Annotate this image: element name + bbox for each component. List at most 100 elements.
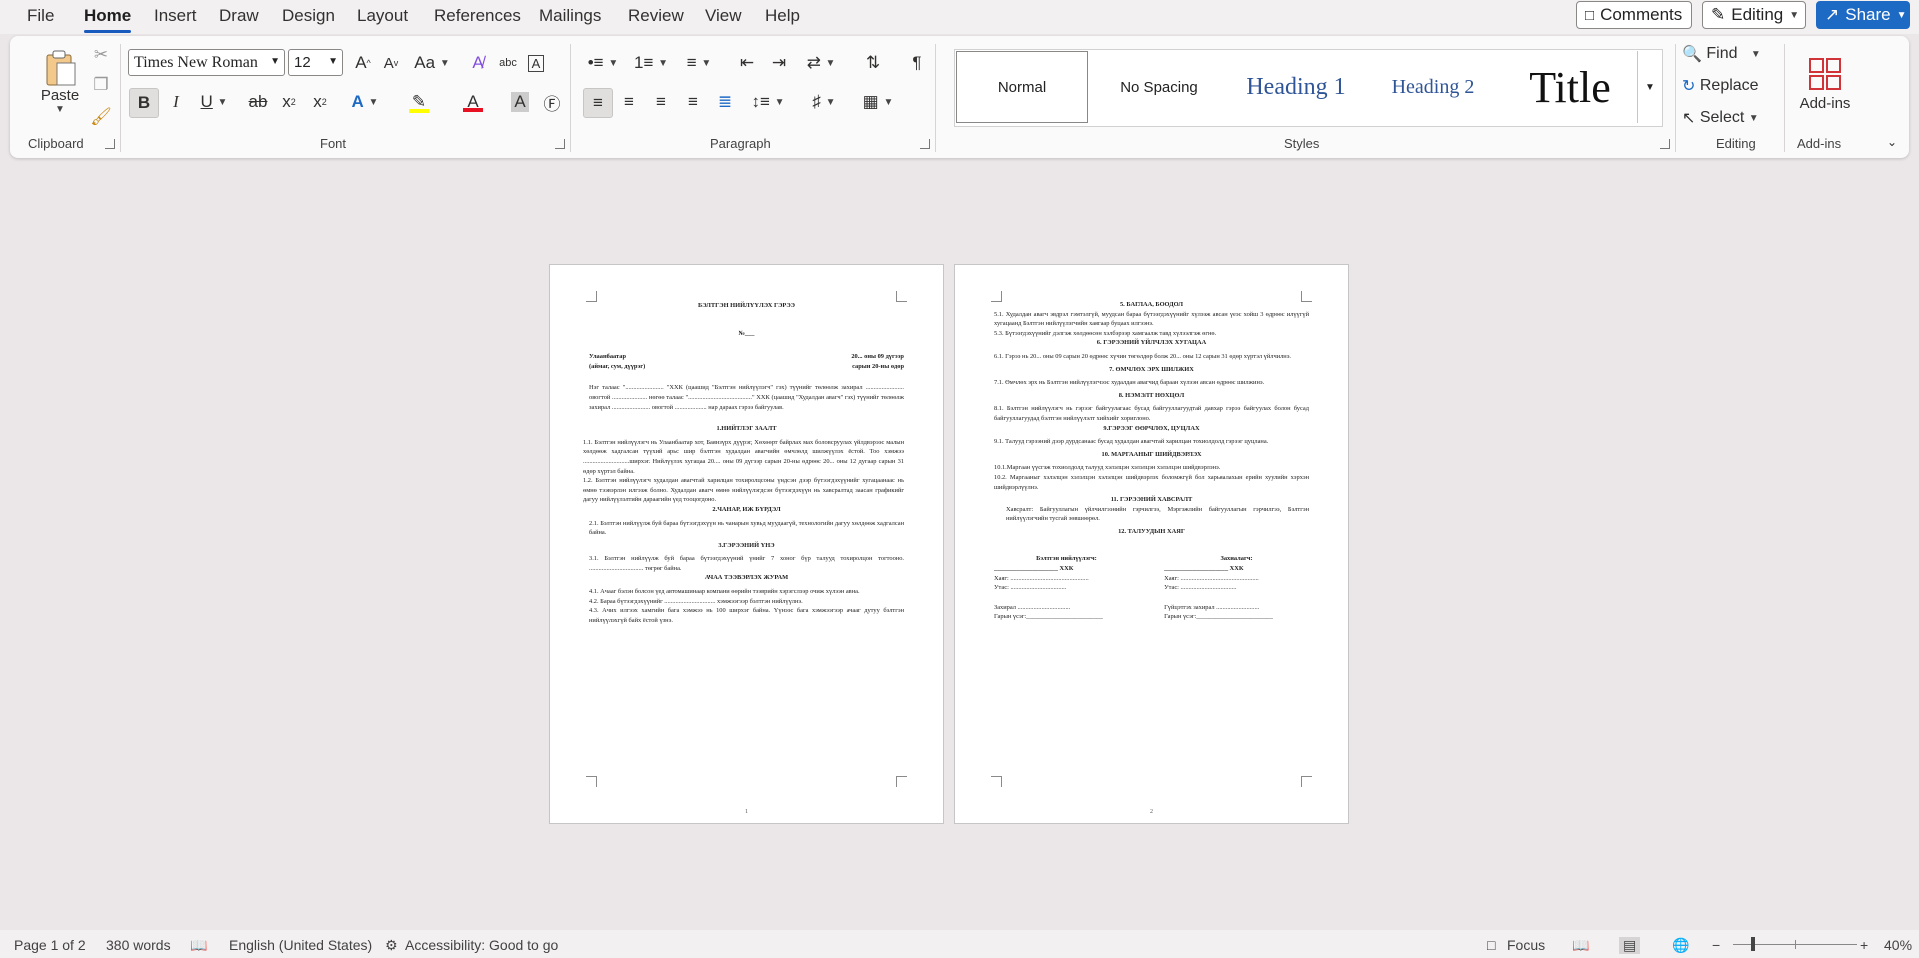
- bullets-icon[interactable]: •≡ ▼: [582, 50, 624, 76]
- paste-button[interactable]: Paste ▼: [32, 44, 88, 120]
- tab-review[interactable]: Review: [628, 6, 684, 26]
- text-direction-icon[interactable]: ⇄ ▼: [800, 50, 842, 76]
- page-2-content: 5. БАГЛАА, БООДОЛ 5.1. Худалдан авагч эв…: [994, 300, 1309, 622]
- styles-group-label: Styles: [1284, 136, 1320, 151]
- share-icon: ↗: [1825, 5, 1840, 24]
- cursor-icon: ↖: [1682, 110, 1696, 127]
- add-ins-button[interactable]: Add-ins: [1792, 44, 1858, 124]
- tab-file[interactable]: File: [27, 6, 54, 26]
- style-title-label: Title: [1529, 62, 1611, 112]
- copy-icon[interactable]: ❐: [90, 74, 112, 96]
- style-no-spacing[interactable]: No Spacing: [1093, 51, 1225, 123]
- style-heading-2[interactable]: Heading 2: [1367, 51, 1499, 123]
- word-count[interactable]: 380 words: [106, 937, 171, 953]
- highlight-color-button[interactable]: ✎: [396, 88, 442, 116]
- subscript-icon[interactable]: x2: [275, 88, 303, 116]
- clause: 7.1. Өмчлөх эрх нь Бэлтгэн нийлүүлэгчээс…: [994, 379, 1265, 387]
- text-effects-icon[interactable]: A ▼: [344, 88, 386, 116]
- comments-button[interactable]: □ Comments: [1576, 1, 1692, 29]
- superscript-icon[interactable]: x2: [306, 88, 334, 116]
- tab-help[interactable]: Help: [765, 6, 800, 26]
- read-mode-icon[interactable]: 📖: [1572, 937, 1589, 954]
- print-layout-icon[interactable]: ▤: [1619, 937, 1641, 954]
- phonetic-guide-icon[interactable]: abc: [495, 50, 521, 76]
- bold-button[interactable]: B: [129, 88, 159, 118]
- supplier-heading: Бэлтгэн нийлүүлэгч:: [1036, 555, 1097, 563]
- section-heading: 1.НИЙТЛЭГ ЗААЛТ: [716, 425, 777, 433]
- show-formatting-marks-icon[interactable]: ¶: [904, 50, 930, 76]
- numbering-icon[interactable]: 1≡ ▼: [630, 50, 672, 76]
- language-indicator[interactable]: English (United States): [229, 937, 372, 953]
- increase-indent-icon[interactable]: ⇥: [766, 50, 792, 76]
- clause: Хавсралт: Байгууллагын үйлчилгээнийн гэр…: [1006, 505, 1309, 523]
- zoom-in-icon[interactable]: +: [1860, 937, 1868, 953]
- font-name-input[interactable]: Times New Roman ▼: [128, 49, 285, 76]
- decrease-indent-icon[interactable]: ⇤: [734, 50, 760, 76]
- cut-icon[interactable]: ✂: [90, 44, 112, 66]
- find-button[interactable]: 🔍 Find ▼: [1682, 42, 1772, 66]
- font-color-button[interactable]: A: [450, 88, 496, 116]
- zoom-level[interactable]: 40%: [1884, 937, 1912, 953]
- tab-insert[interactable]: Insert: [154, 6, 197, 26]
- focus-button[interactable]: Focus: [1507, 937, 1545, 953]
- line-spacing-icon[interactable]: ↕≡ ▼: [746, 88, 790, 116]
- clipboard-launcher-icon[interactable]: [105, 139, 115, 149]
- date-line-1: 20... оны 09 дүгээр: [851, 353, 904, 361]
- distributed-icon[interactable]: ≣: [711, 88, 739, 116]
- justify-icon[interactable]: ≡: [679, 88, 707, 116]
- editing-mode-button[interactable]: ✎ Editing ▼: [1702, 1, 1806, 29]
- align-left-icon[interactable]: ≡: [583, 88, 613, 118]
- section-heading: 10. МАРГААНЫГ ШИЙДВЭРЛЭХ: [1101, 450, 1202, 458]
- format-painter-icon[interactable]: 🖌: [90, 106, 112, 128]
- paint-bucket-icon[interactable]: ♯ ▼: [802, 88, 846, 116]
- align-center-icon[interactable]: ≡: [615, 88, 643, 116]
- underline-button[interactable]: U ▼: [194, 88, 234, 116]
- font-launcher-icon[interactable]: [555, 139, 565, 149]
- style-normal[interactable]: Normal: [956, 51, 1088, 123]
- zoom-slider-thumb[interactable]: [1751, 937, 1755, 951]
- accessibility-status[interactable]: Accessibility: Good to go: [405, 937, 558, 953]
- strikethrough-icon[interactable]: ab: [244, 88, 272, 116]
- shrink-font-icon[interactable]: Av: [378, 50, 404, 76]
- tab-design[interactable]: Design: [282, 6, 335, 26]
- clear-formatting-icon[interactable]: A̸: [465, 50, 491, 76]
- collapse-ribbon-icon[interactable]: ⌄: [1882, 132, 1902, 152]
- clipboard-group-label: Clipboard: [28, 136, 84, 151]
- tab-view[interactable]: View: [705, 6, 742, 26]
- grow-font-icon[interactable]: A ^: [350, 50, 376, 76]
- italic-button[interactable]: I: [162, 88, 190, 116]
- style-heading-1[interactable]: Heading 1: [1230, 51, 1362, 123]
- tab-mailings[interactable]: Mailings: [539, 6, 601, 26]
- share-button[interactable]: ↗ Share ▼: [1816, 1, 1910, 29]
- styles-launcher-icon[interactable]: [1660, 139, 1670, 149]
- page-count[interactable]: Page 1 of 2: [14, 937, 86, 953]
- zoom-slider[interactable]: [1733, 937, 1857, 951]
- change-case-button[interactable]: Aa ▼: [412, 50, 452, 76]
- proofing-icon[interactable]: 📖: [190, 937, 207, 954]
- change-case-label: Aa: [414, 53, 436, 72]
- style-title[interactable]: Title: [1504, 51, 1636, 123]
- character-border-icon[interactable]: A: [523, 50, 549, 76]
- font-group-label: Font: [320, 136, 347, 151]
- document-page-1[interactable]: БЭЛТГЭН НИЙЛҮҮЛЭХ ГЭРЭЭ №___ Улаанбаатар…: [549, 264, 944, 824]
- borders-icon[interactable]: ▦ ▼: [856, 88, 900, 116]
- shading-icon[interactable]: A: [506, 88, 534, 116]
- select-button[interactable]: ↖ Select ▼: [1682, 106, 1782, 130]
- zoom-out-icon[interactable]: −: [1712, 937, 1720, 953]
- paragraph-launcher-icon[interactable]: [920, 139, 930, 149]
- font-size-input[interactable]: 12 ▼: [288, 49, 343, 76]
- buyer-heading: Захиалагч:: [1220, 555, 1253, 563]
- pencil-icon: ✎: [1711, 5, 1726, 24]
- align-right-icon[interactable]: ≡: [647, 88, 675, 116]
- tab-home[interactable]: Home: [84, 6, 132, 33]
- multilevel-list-icon[interactable]: ≡ ▼: [678, 50, 720, 76]
- replace-button[interactable]: ↻ Replace: [1682, 74, 1782, 98]
- sort-icon[interactable]: ⇅: [860, 50, 886, 76]
- document-page-2[interactable]: 5. БАГЛАА, БООДОЛ 5.1. Худалдан авагч эв…: [954, 264, 1349, 824]
- tab-layout[interactable]: Layout: [357, 6, 408, 26]
- styles-more-icon[interactable]: ▼: [1637, 51, 1662, 123]
- tab-draw[interactable]: Draw: [219, 6, 259, 26]
- web-layout-icon[interactable]: 🌐: [1672, 937, 1689, 954]
- tab-references[interactable]: References: [434, 6, 521, 26]
- enclose-characters-icon[interactable]: Ⓕ: [538, 88, 566, 116]
